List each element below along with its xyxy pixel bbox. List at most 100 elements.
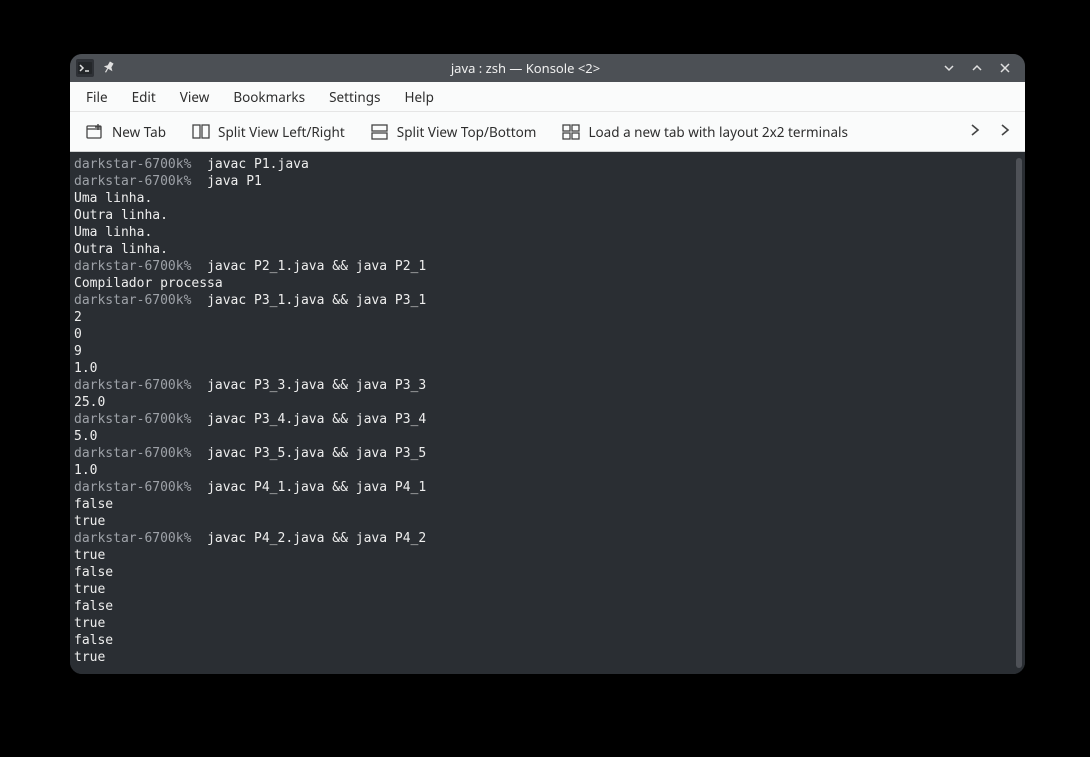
terminal-line: true <box>70 615 1025 632</box>
prompt: darkstar-6700k% <box>74 293 207 308</box>
menu-settings[interactable]: Settings <box>319 84 390 110</box>
prompt: darkstar-6700k% <box>74 259 207 274</box>
command-text: javac P1.java <box>207 157 309 172</box>
output-text: true <box>74 548 105 563</box>
terminal-line: 0 <box>70 326 1025 343</box>
output-text: 1.0 <box>74 463 97 478</box>
load-layout-button[interactable]: Load a new tab with layout 2x2 terminals <box>556 119 854 145</box>
output-text: false <box>74 497 113 512</box>
terminal-line: darkstar-6700k% javac P2_1.java && java … <box>70 258 1025 275</box>
close-button[interactable] <box>991 54 1019 82</box>
toolbar-chevrons <box>969 122 1015 142</box>
terminal-line: 1.0 <box>70 360 1025 377</box>
terminal-line: false <box>70 496 1025 513</box>
split-lr-label: Split View Left/Right <box>218 123 345 141</box>
terminal-line: 25.0 <box>70 394 1025 411</box>
output-text: 9 <box>74 344 82 359</box>
output-text: 2 <box>74 310 82 325</box>
terminal-line: darkstar-6700k% javac P4_2.java && java … <box>70 530 1025 547</box>
new-tab-label: New Tab <box>112 123 166 141</box>
terminal-line: true <box>70 547 1025 564</box>
output-text: Uma linha. <box>74 225 152 240</box>
terminal-line: 5.0 <box>70 428 1025 445</box>
terminal-line: Outra linha. <box>70 207 1025 224</box>
scrollbar[interactable] <box>1016 158 1022 668</box>
command-text: javac P3_5.java && java P3_5 <box>207 446 426 461</box>
prompt: darkstar-6700k% <box>74 480 207 495</box>
output-text: true <box>74 616 105 631</box>
menu-view[interactable]: View <box>170 84 220 110</box>
terminal-line: false <box>70 632 1025 649</box>
terminal-line: true <box>70 513 1025 530</box>
output-text: true <box>74 650 105 665</box>
chevron-right-icon-2[interactable] <box>999 122 1011 142</box>
terminal-icon <box>76 59 94 77</box>
terminal-line: darkstar-6700k% javac P3_3.java && java … <box>70 377 1025 394</box>
output-text: true <box>74 514 105 529</box>
output-text: 0 <box>74 327 82 342</box>
command-text: javac P2_1.java && java P2_1 <box>207 259 426 274</box>
command-text: javac P3_4.java && java P3_4 <box>207 412 426 427</box>
command-text: javac P3_3.java && java P3_3 <box>207 378 426 393</box>
split-tb-icon <box>371 124 389 140</box>
load-layout-label: Load a new tab with layout 2x2 terminals <box>588 123 848 141</box>
terminal-line: darkstar-6700k% javac P3_4.java && java … <box>70 411 1025 428</box>
prompt: darkstar-6700k% <box>74 531 207 546</box>
minimize-button[interactable] <box>935 54 963 82</box>
output-text: Outra linha. <box>74 208 168 223</box>
split-tb-button[interactable]: Split View Top/Bottom <box>365 119 543 145</box>
prompt: darkstar-6700k% <box>74 378 207 393</box>
terminal-line: 2 <box>70 309 1025 326</box>
output-text: 25.0 <box>74 395 105 410</box>
new-tab-icon <box>86 123 104 141</box>
terminal-output: darkstar-6700k% javac P1.javadarkstar-67… <box>70 152 1025 670</box>
command-text: java P1 <box>207 174 262 189</box>
output-text: false <box>74 599 113 614</box>
output-text: 5.0 <box>74 429 97 444</box>
terminal-line: Uma linha. <box>70 190 1025 207</box>
split-lr-icon <box>192 124 210 140</box>
terminal-line: darkstar-6700k% javac P4_1.java && java … <box>70 479 1025 496</box>
menu-bookmarks[interactable]: Bookmarks <box>223 84 315 110</box>
output-text: 1.0 <box>74 361 97 376</box>
output-text: Uma linha. <box>74 191 152 206</box>
new-tab-button[interactable]: New Tab <box>80 119 172 145</box>
output-text: Outra linha. <box>74 242 168 257</box>
terminal-line: darkstar-6700k% java P1 <box>70 173 1025 190</box>
window-controls <box>935 54 1025 82</box>
terminal-line: false <box>70 598 1025 615</box>
terminal-line: Uma linha. <box>70 224 1025 241</box>
terminal-line: 9 <box>70 343 1025 360</box>
terminal-line: 1.0 <box>70 462 1025 479</box>
pin-icon[interactable] <box>100 60 116 76</box>
command-text: javac P3_1.java && java P3_1 <box>207 293 426 308</box>
prompt: darkstar-6700k% <box>74 157 207 172</box>
output-text: false <box>74 633 113 648</box>
command-text: javac P4_2.java && java P4_2 <box>207 531 426 546</box>
terminal-line: true <box>70 581 1025 598</box>
terminal-line: darkstar-6700k% javac P3_5.java && java … <box>70 445 1025 462</box>
prompt: darkstar-6700k% <box>74 174 207 189</box>
grid-layout-icon <box>562 124 580 140</box>
terminal-line: Compilador processa <box>70 275 1025 292</box>
output-text: true <box>74 582 105 597</box>
terminal-line: true <box>70 649 1025 666</box>
prompt: darkstar-6700k% <box>74 412 207 427</box>
split-lr-button[interactable]: Split View Left/Right <box>186 119 351 145</box>
menu-edit[interactable]: Edit <box>122 84 166 110</box>
command-text: javac P4_1.java && java P4_1 <box>207 480 426 495</box>
maximize-button[interactable] <box>963 54 991 82</box>
menu-help[interactable]: Help <box>394 84 443 110</box>
split-tb-label: Split View Top/Bottom <box>397 123 537 141</box>
menu-file[interactable]: File <box>76 84 118 110</box>
titlebar-left <box>70 59 116 77</box>
terminal-line: darkstar-6700k% javac P1.java <box>70 156 1025 173</box>
konsole-window: java : zsh — Konsole <2> File Edit View … <box>70 54 1025 674</box>
terminal-area[interactable]: darkstar-6700k% javac P1.javadarkstar-67… <box>70 152 1025 674</box>
prompt: darkstar-6700k% <box>74 446 207 461</box>
menubar: File Edit View Bookmarks Settings Help <box>70 82 1025 112</box>
output-text: false <box>74 565 113 580</box>
titlebar[interactable]: java : zsh — Konsole <2> <box>70 54 1025 82</box>
terminal-line: darkstar-6700k% javac P3_1.java && java … <box>70 292 1025 309</box>
chevron-right-icon[interactable] <box>969 122 981 142</box>
